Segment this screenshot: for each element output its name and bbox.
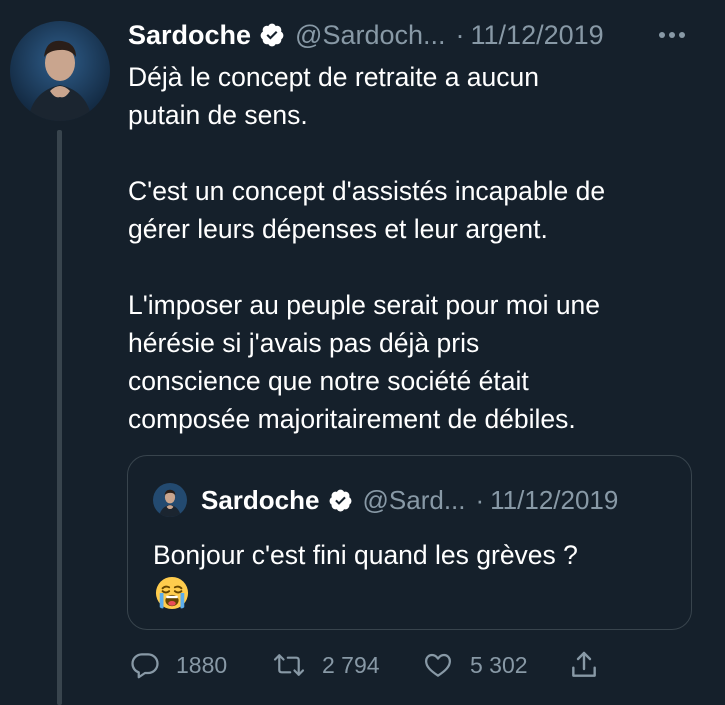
quoted-header-separator: · — [475, 484, 485, 515]
loudly-crying-face-icon — [155, 576, 189, 610]
reply-button[interactable]: 1880 — [130, 645, 227, 685]
quoted-tweet-date[interactable]: 11/12/2019 — [490, 485, 618, 516]
tweet-text-line: C'est un concept d'assistés incapable de — [128, 176, 606, 206]
tweet-text-line: putain de sens. — [128, 100, 308, 130]
retweet-icon — [272, 650, 306, 680]
tweet-actions-bar: 1880 2 794 5 302 — [130, 645, 710, 685]
tweet-text: Déjà le concept de retraite a aucun puta… — [128, 58, 708, 438]
tweet-text-line: composée majoritairement de débiles. — [128, 404, 576, 434]
more-options-icon[interactable] — [654, 20, 690, 50]
verified-badge-icon — [259, 22, 285, 48]
tweet-text-line: conscience que notre société était — [128, 366, 529, 396]
tweet-date[interactable]: 11/12/2019 — [471, 20, 604, 51]
tweet-text-line: hérésie si j'avais pas déjà pris — [128, 328, 480, 358]
quoted-tweet-card[interactable]: Sardoche @Sard... · 11/12/2019 Bonjour c… — [127, 455, 692, 630]
thread-line — [57, 130, 62, 705]
quoted-author-avatar[interactable] — [153, 483, 187, 517]
verified-badge-icon — [328, 488, 353, 513]
tweet-text-line: Déjà le concept de retraite a aucun — [128, 62, 540, 92]
quoted-tweet-header: Sardoche @Sard... · 11/12/2019 — [153, 482, 618, 518]
reply-count: 1880 — [176, 651, 228, 678]
header-separator: · — [455, 19, 465, 50]
like-button[interactable]: 5 302 — [422, 645, 528, 685]
share-icon — [568, 649, 600, 681]
tweet-text-line: gérer leurs dépenses et leur argent. — [128, 214, 548, 244]
quoted-tweet-text: Bonjour c'est fini quand les grèves ? — [153, 540, 578, 570]
author-name[interactable]: Sardoche — [128, 20, 251, 51]
quoted-author-name[interactable]: Sardoche — [201, 485, 320, 516]
share-button[interactable] — [568, 645, 600, 685]
retweet-count: 2 794 — [322, 651, 380, 678]
quoted-author-handle[interactable]: @Sard... — [363, 485, 466, 516]
like-count: 5 302 — [470, 651, 528, 678]
author-handle[interactable]: @Sardoch... — [295, 20, 445, 51]
tweet-author-avatar[interactable] — [10, 21, 110, 121]
reply-icon — [130, 650, 160, 680]
heart-icon — [422, 650, 454, 680]
retweet-button[interactable]: 2 794 — [272, 645, 380, 685]
tweet-header: Sardoche @Sardoch... · 11/12/2019 — [128, 15, 708, 55]
tweet-text-line: L'imposer au peuple serait pour moi une — [128, 290, 601, 320]
